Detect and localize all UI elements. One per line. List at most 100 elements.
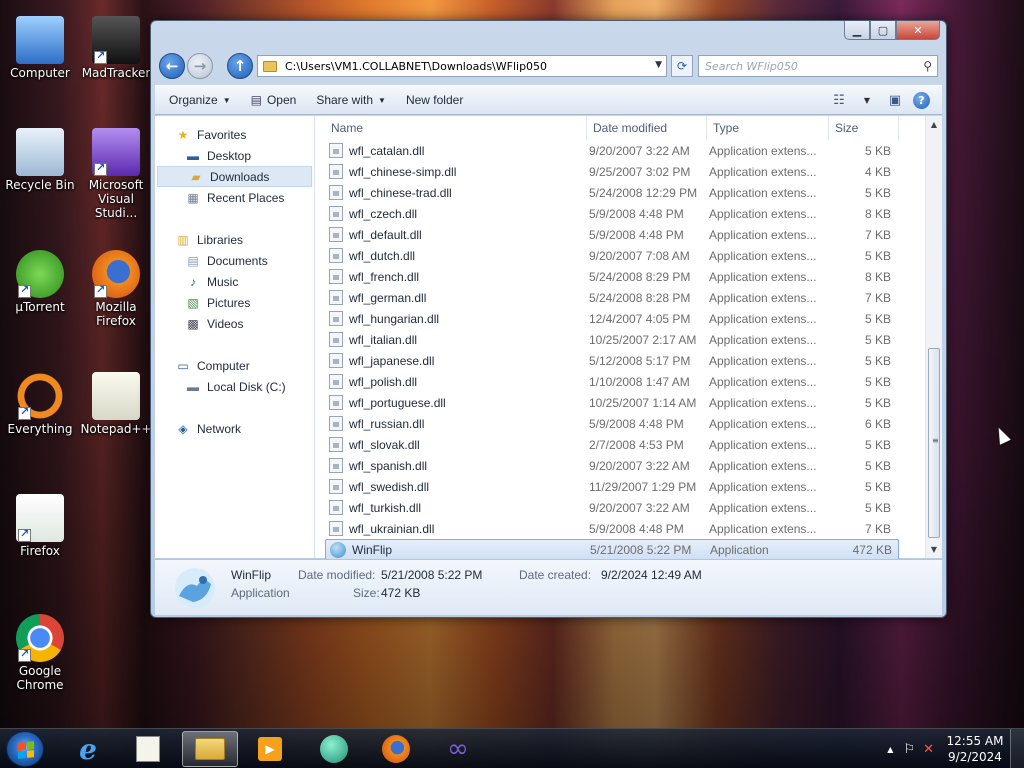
desktop-shortcut[interactable]: Everything <box>4 372 76 436</box>
file-row[interactable]: wfl_dutch.dll 9/20/2007 7:08 AM Applicatio… <box>325 245 899 266</box>
taskbar-app[interactable] <box>306 731 362 767</box>
view-dropdown-icon[interactable]: ▼ <box>857 91 877 109</box>
taskbar-notepad[interactable] <box>120 731 176 767</box>
scrollbar-thumb[interactable]: ≡ <box>928 348 940 538</box>
file-row[interactable]: wfl_chinese-trad.dll 5/24/2008 12:29 PM Ap… <box>325 182 899 203</box>
start-button[interactable] <box>6 731 44 767</box>
file-date: 5/9/2008 4:48 PM <box>589 227 684 242</box>
dll-file-icon <box>329 143 343 158</box>
file-name-cell: wfl_portuguese.dll <box>325 395 583 410</box>
show-desktop-button[interactable] <box>1010 729 1024 768</box>
file-row[interactable]: WinFlip 5/21/2008 5:22 PM Application 472 K… <box>325 539 899 560</box>
nav-music[interactable]: ♪ Music <box>155 271 314 292</box>
nav-libraries[interactable]: ▥ Libraries <box>155 229 314 250</box>
up-button[interactable]: ↑ <box>227 53 253 79</box>
nav-pictures[interactable]: ▧ Pictures <box>155 292 314 313</box>
file-row[interactable]: wfl_chinese-simp.dll 9/25/2007 3:02 PM App… <box>325 161 899 182</box>
scroll-down-icon[interactable]: ▼ <box>926 541 942 558</box>
desktop-shortcut[interactable]: Recycle Bin <box>4 128 76 192</box>
file-row[interactable]: wfl_turkish.dll 9/20/2007 3:22 AM Applicat… <box>325 497 899 518</box>
volume-muted-icon[interactable]: ✕ <box>923 742 934 757</box>
desktop-shortcut[interactable]: Firefox <box>4 494 76 558</box>
taskbar-firefox[interactable] <box>368 731 424 767</box>
search-icon[interactable]: ⚲ <box>923 59 932 73</box>
column-size-header[interactable]: Size <box>829 116 899 140</box>
disk-icon: ▬ <box>187 379 199 394</box>
preview-pane-icon[interactable]: ▣ <box>885 91 905 109</box>
column-type-header[interactable]: Type <box>707 116 829 140</box>
address-dropdown-icon[interactable]: ▼ <box>655 60 662 70</box>
help-icon[interactable]: ? <box>913 91 930 109</box>
share-with-button[interactable]: Share with ▼ <box>306 88 396 112</box>
file-name: wfl_chinese-simp.dll <box>349 164 457 179</box>
address-field[interactable]: C:\Users\VM1.COLLABNET\Downloads\WFlip05… <box>257 55 667 77</box>
column-name-header[interactable]: Name <box>325 116 587 140</box>
nav-desktop[interactable]: ▬ Desktop <box>155 145 314 166</box>
nav-favorites[interactable]: ★ Favorites <box>155 124 314 145</box>
file-type: Application extens... <box>709 437 817 452</box>
dll-file-icon <box>329 248 343 263</box>
desktop-shortcut[interactable]: Google Chrome <box>4 614 76 692</box>
minimize-button[interactable]: ▁ <box>844 21 870 40</box>
organize-button[interactable]: Organize ▼ <box>155 88 241 112</box>
file-row[interactable]: wfl_portuguese.dll 10/25/2007 1:14 AM Appl… <box>325 392 899 413</box>
scroll-up-icon[interactable]: ▲ <box>926 116 942 133</box>
nav-recent-places[interactable]: ▦ Recent Places <box>155 187 314 208</box>
change-view-icon[interactable]: ☷ <box>829 91 849 109</box>
file-row[interactable]: wfl_default.dll 5/9/2008 4:48 PM Applicati… <box>325 224 899 245</box>
chrome-icon <box>16 614 64 662</box>
column-date-header[interactable]: Date modified <box>587 116 707 140</box>
refresh-button[interactable]: ⟳ <box>671 55 693 77</box>
desktop-shortcut[interactable]: MadTracker <box>80 16 152 80</box>
file-row[interactable]: wfl_russian.dll 5/9/2008 4:48 PM Applicati… <box>325 413 899 434</box>
nav-local-disk[interactable]: ▬ Local Disk (C:) <box>155 376 314 397</box>
file-type: Application extens... <box>709 143 817 158</box>
windows-logo-icon <box>18 741 34 759</box>
back-button[interactable]: ← <box>159 53 185 79</box>
column-label: Date modified <box>593 121 668 135</box>
clock[interactable]: 12:55 AM 9/2/2024 <box>940 733 1010 765</box>
desktop-icon: ▬ <box>187 148 199 163</box>
file-row[interactable]: wfl_hungarian.dll 12/4/2007 4:05 PM Applic… <box>325 308 899 329</box>
file-row[interactable]: wfl_japanese.dll 5/12/2008 5:17 PM Applica… <box>325 350 899 371</box>
file-row[interactable]: wfl_french.dll 5/24/2008 8:29 PM Applicati… <box>325 266 899 287</box>
file-row[interactable]: wfl_ukrainian.dll 5/9/2008 4:48 PM Applica… <box>325 518 899 539</box>
vertical-scrollbar[interactable]: ▲ ≡ ▼ <box>925 116 942 558</box>
file-row[interactable]: wfl_german.dll 5/24/2008 8:28 PM Applicati… <box>325 287 899 308</box>
desktop-shortcut[interactable]: Computer <box>4 16 76 80</box>
open-button[interactable]: ▤ Open <box>241 88 307 112</box>
forward-button[interactable]: → <box>187 53 213 79</box>
file-row[interactable]: wfl_czech.dll 5/9/2008 4:48 PM Application… <box>325 203 899 224</box>
taskbar-explorer[interactable] <box>182 731 238 767</box>
file-name-cell: wfl_chinese-trad.dll <box>325 185 583 200</box>
file-row[interactable]: wfl_catalan.dll 9/20/2007 3:22 AM Applicat… <box>325 140 899 161</box>
file-row[interactable]: wfl_slovak.dll 2/7/2008 4:53 PM Applicatio… <box>325 434 899 455</box>
file-row[interactable]: wfl_swedish.dll 11/29/2007 1:29 PM Applica… <box>325 476 899 497</box>
recycle-bin-icon <box>16 128 64 176</box>
nav-downloads[interactable]: ▰ Downloads <box>157 166 312 187</box>
file-row[interactable]: wfl_polish.dll 1/10/2008 1:47 AM Applicati… <box>325 371 899 392</box>
maximize-button[interactable]: ▢ <box>870 21 896 40</box>
file-row[interactable]: wfl_italian.dll 10/25/2007 2:17 AM Applica… <box>325 329 899 350</box>
dll-file-icon <box>329 374 343 389</box>
nav-computer[interactable]: ▭ Computer <box>155 355 314 376</box>
new-folder-button[interactable]: New folder <box>396 88 473 112</box>
nav-network[interactable]: ◈ Network <box>155 418 314 439</box>
taskbar-internet-explorer[interactable]: e <box>60 731 116 767</box>
desktop-shortcut[interactable]: Mozilla Firefox <box>80 250 152 328</box>
search-input[interactable]: Search WFlip050 ⚲ <box>698 55 938 77</box>
file-name: wfl_spanish.dll <box>349 458 428 473</box>
up-arrow-icon: ↑ <box>233 57 247 75</box>
desktop-shortcut[interactable]: µTorrent <box>4 250 76 314</box>
taskbar-visual-studio[interactable]: ∞ <box>430 731 486 767</box>
nav-documents[interactable]: ▤ Documents <box>155 250 314 271</box>
file-row[interactable]: wfl_spanish.dll 9/20/2007 3:22 AM Applicat… <box>325 455 899 476</box>
nav-videos[interactable]: ▩ Videos <box>155 313 314 334</box>
desktop-shortcut[interactable]: Notepad++ <box>80 372 152 436</box>
desktop-shortcut[interactable]: Microsoft Visual Studi... <box>80 128 152 220</box>
show-hidden-icons-icon[interactable]: ▲ <box>887 745 893 754</box>
file-size: 472 KB <box>852 542 892 557</box>
action-center-icon[interactable]: ⚐ <box>903 742 915 757</box>
taskbar-media-player[interactable]: ▶ <box>242 731 298 767</box>
close-button[interactable]: ✕ <box>896 21 940 40</box>
